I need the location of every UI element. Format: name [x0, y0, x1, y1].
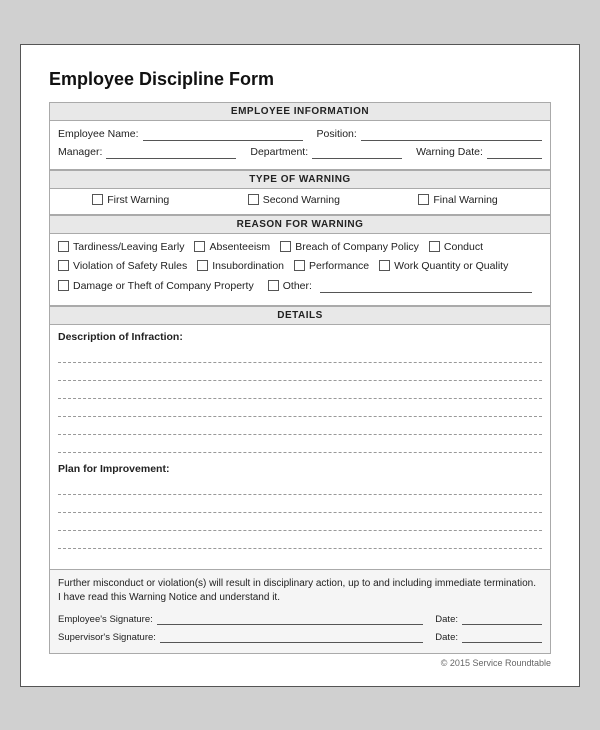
second-warning-label: Second Warning: [263, 194, 340, 206]
absenteeism-item[interactable]: Absenteeism: [194, 241, 270, 253]
employee-info-header: EMPLOYEE INFORMATION: [49, 102, 551, 121]
reason-row-3: Damage or Theft of Company Property Othe…: [58, 277, 542, 298]
tardiness-checkbox[interactable]: [58, 241, 69, 252]
imp-line-3[interactable]: [58, 515, 542, 531]
employee-name-label: Employee Name:: [58, 128, 139, 140]
desc-line-1[interactable]: [58, 347, 542, 363]
imp-line-1[interactable]: [58, 479, 542, 495]
final-warning-checkbox[interactable]: [418, 194, 429, 205]
damage-theft-item[interactable]: Damage or Theft of Company Property: [58, 280, 254, 292]
breach-checkbox[interactable]: [280, 241, 291, 252]
conduct-checkbox[interactable]: [429, 241, 440, 252]
warning-type-body: First Warning Second Warning Final Warni…: [49, 189, 551, 215]
emp-date-label: Date:: [435, 614, 458, 625]
damage-theft-label: Damage or Theft of Company Property: [73, 280, 254, 292]
manager-row: Manager: Department: Warning Date:: [58, 145, 542, 159]
performance-item[interactable]: Performance: [294, 260, 369, 272]
second-warning-checkbox[interactable]: [248, 194, 259, 205]
absenteeism-label: Absenteeism: [209, 241, 270, 253]
insubordination-checkbox[interactable]: [197, 260, 208, 271]
employee-name-input[interactable]: [143, 127, 303, 141]
desc-line-5[interactable]: [58, 419, 542, 435]
employee-name-row: Employee Name: Position:: [58, 127, 542, 141]
reason-for-warning-header: REASON FOR WARNING: [49, 215, 551, 234]
supervisor-sig-row: Supervisor's Signature: Date:: [58, 629, 542, 643]
reason-row-1: Tardiness/Leaving Early Absenteeism Brea…: [58, 239, 542, 258]
employee-sig-label: Employee's Signature:: [58, 614, 153, 625]
desc-line-3[interactable]: [58, 383, 542, 399]
desc-line-2[interactable]: [58, 365, 542, 381]
first-warning-checkbox[interactable]: [92, 194, 103, 205]
work-quality-label: Work Quantity or Quality: [394, 260, 508, 272]
other-checkbox[interactable]: [268, 280, 279, 291]
work-quality-item[interactable]: Work Quantity or Quality: [379, 260, 508, 272]
reason-for-warning-body: Tardiness/Leaving Early Absenteeism Brea…: [49, 234, 551, 306]
performance-checkbox[interactable]: [294, 260, 305, 271]
first-warning-label: First Warning: [107, 194, 169, 206]
performance-label: Performance: [309, 260, 369, 272]
other-item[interactable]: Other:: [268, 279, 532, 293]
conduct-label: Conduct: [444, 241, 483, 253]
damage-theft-checkbox[interactable]: [58, 280, 69, 291]
safety-label: Violation of Safety Rules: [73, 260, 187, 272]
safety-item[interactable]: Violation of Safety Rules: [58, 260, 187, 272]
warning-date-input[interactable]: [487, 145, 542, 159]
department-input[interactable]: [312, 145, 402, 159]
copyright-text: © 2015 Service Roundtable: [49, 658, 551, 668]
final-warning-label: Final Warning: [433, 194, 497, 206]
position-label: Position:: [317, 128, 357, 140]
imp-line-2[interactable]: [58, 497, 542, 513]
position-input[interactable]: [361, 127, 542, 141]
form-title: Employee Discipline Form: [49, 69, 551, 90]
details-body: Description of Infraction: Plan for Impr…: [49, 325, 551, 570]
supervisor-sig-label: Supervisor's Signature:: [58, 632, 156, 643]
other-input[interactable]: [320, 279, 532, 293]
form-container: Employee Discipline Form EMPLOYEE INFORM…: [20, 44, 580, 687]
tardiness-label: Tardiness/Leaving Early: [73, 241, 184, 253]
sup-date-input[interactable]: [462, 629, 542, 643]
work-quality-checkbox[interactable]: [379, 260, 390, 271]
sup-date-label: Date:: [435, 632, 458, 643]
improvement-label: Plan for Improvement:: [58, 463, 542, 475]
employee-info-body: Employee Name: Position: Manager: Depart…: [49, 121, 551, 170]
employee-sig-input[interactable]: [157, 611, 424, 625]
second-warning-item[interactable]: Second Warning: [248, 194, 340, 206]
imp-line-4[interactable]: [58, 533, 542, 549]
footer-section: Further misconduct or violation(s) will …: [49, 570, 551, 654]
breach-label: Breach of Company Policy: [295, 241, 419, 253]
department-label: Department:: [250, 146, 308, 158]
manager-label: Manager:: [58, 146, 102, 158]
footer-notice: Further misconduct or violation(s) will …: [58, 577, 542, 605]
warning-date-label: Warning Date:: [416, 146, 483, 158]
conduct-item[interactable]: Conduct: [429, 241, 483, 253]
supervisor-sig-input[interactable]: [160, 629, 423, 643]
type-of-warning-header: TYPE OF WARNING: [49, 170, 551, 189]
improvement-lines: [58, 479, 542, 549]
description-label: Description of Infraction:: [58, 331, 542, 343]
other-label: Other:: [283, 280, 312, 292]
description-lines: [58, 347, 542, 453]
final-warning-item[interactable]: Final Warning: [418, 194, 497, 206]
absenteeism-checkbox[interactable]: [194, 241, 205, 252]
employee-sig-row: Employee's Signature: Date:: [58, 611, 542, 625]
reason-row-2: Violation of Safety Rules Insubordinatio…: [58, 258, 542, 277]
insubordination-item[interactable]: Insubordination: [197, 260, 284, 272]
details-header: DETAILS: [49, 306, 551, 325]
safety-checkbox[interactable]: [58, 260, 69, 271]
desc-line-6[interactable]: [58, 437, 542, 453]
emp-date-input[interactable]: [462, 611, 542, 625]
breach-item[interactable]: Breach of Company Policy: [280, 241, 419, 253]
tardiness-item[interactable]: Tardiness/Leaving Early: [58, 241, 184, 253]
insubordination-label: Insubordination: [212, 260, 284, 272]
manager-input[interactable]: [106, 145, 236, 159]
desc-line-4[interactable]: [58, 401, 542, 417]
first-warning-item[interactable]: First Warning: [92, 194, 169, 206]
